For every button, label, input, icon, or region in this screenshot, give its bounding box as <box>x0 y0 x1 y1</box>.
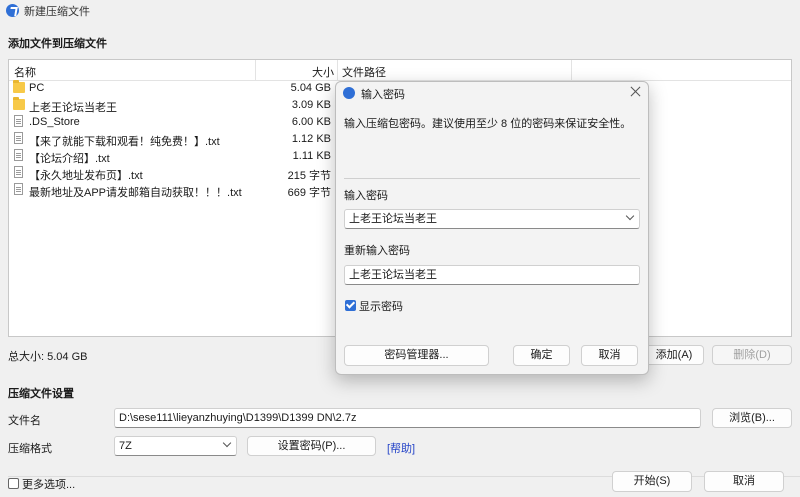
column-path[interactable]: 文件路径 <box>342 64 386 80</box>
close-icon[interactable] <box>630 86 640 96</box>
password-input-value: 上老王论坛当老王 <box>349 213 437 225</box>
file-size: 1.12 KB <box>291 133 331 145</box>
file-list-header: 名称 大小 文件路径 <box>9 60 791 81</box>
delete-button[interactable]: 删除(D) <box>712 345 792 365</box>
file-name: .DS_Store <box>29 116 80 128</box>
ok-button[interactable]: 确定 <box>513 345 570 366</box>
settings-section-label: 压缩文件设置 <box>8 388 74 400</box>
window-title: 新建压缩文件 <box>24 6 90 18</box>
help-link[interactable]: [帮助] <box>387 440 415 456</box>
file-icon <box>14 115 23 127</box>
format-label: 压缩格式 <box>8 443 52 455</box>
filename-label: 文件名 <box>8 415 41 427</box>
file-name: PC <box>29 82 45 94</box>
column-name[interactable]: 名称 <box>14 64 36 80</box>
more-options-checkbox[interactable] <box>8 478 19 489</box>
cancel-button[interactable]: 取消 <box>704 471 784 492</box>
add-files-label: 添加文件到压缩文件 <box>8 38 107 50</box>
text-file-icon <box>14 183 23 195</box>
file-size: 669 字节 <box>287 187 331 199</box>
dialog-description: 输入压缩包密码。建议使用至少 8 位的密码来保证安全性。 <box>344 118 632 130</box>
file-size: 6.00 KB <box>291 116 331 128</box>
password-dialog: 输入密码 输入压缩包密码。建议使用至少 8 位的密码来保证安全性。 输入密码 上… <box>335 81 649 375</box>
text-file-icon <box>14 149 23 161</box>
file-size: 5.04 GB <box>290 82 331 94</box>
password-manager-button[interactable]: 密码管理器... <box>344 345 489 366</box>
app-icon <box>6 4 19 17</box>
format-select-value: 7Z <box>119 440 132 452</box>
chevron-down-icon <box>222 438 232 448</box>
show-password-checkbox[interactable] <box>345 300 356 311</box>
more-options-label[interactable]: 更多选项... <box>22 476 75 492</box>
column-size[interactable]: 大小 <box>312 64 334 80</box>
file-name: 【论坛介绍】.txt <box>29 153 110 165</box>
start-button[interactable]: 开始(S) <box>612 471 692 492</box>
confirm-password-input[interactable]: 上老王论坛当老王 <box>344 265 640 285</box>
dialog-title: 输入密码 <box>361 89 405 101</box>
set-password-button[interactable]: 设置密码(P)... <box>247 436 376 456</box>
browse-button[interactable]: 浏览(B)... <box>712 408 792 428</box>
title-bar: 新建压缩文件 <box>0 0 800 22</box>
file-size: 215 字节 <box>287 170 331 182</box>
password-label: 输入密码 <box>344 190 388 202</box>
file-name: 【永久地址发布页】.txt <box>29 170 143 182</box>
filename-input[interactable]: D:\sese111\lieyanzhuying\D1399\D1399 DN\… <box>114 408 701 428</box>
show-password-label[interactable]: 显示密码 <box>359 298 403 314</box>
text-file-icon <box>14 132 23 144</box>
dialog-divider <box>344 178 640 179</box>
file-size: 1.11 KB <box>292 150 331 162</box>
folder-icon <box>13 97 25 110</box>
total-size: 总大小: 5.04 GB <box>8 351 88 363</box>
app-icon <box>343 87 355 99</box>
format-select[interactable]: 7Z <box>114 436 237 456</box>
file-name: 上老王论坛当老王 <box>29 102 117 114</box>
password-input[interactable]: 上老王论坛当老王 <box>344 209 640 229</box>
confirm-password-label: 重新输入密码 <box>344 245 410 257</box>
dialog-cancel-button[interactable]: 取消 <box>581 345 638 366</box>
folder-icon <box>13 80 25 93</box>
file-size: 3.09 KB <box>291 99 331 111</box>
chevron-down-icon[interactable] <box>625 211 635 221</box>
file-name: 最新地址及APP请发邮箱自动获取！！！.txt <box>29 187 242 199</box>
text-file-icon <box>14 166 23 178</box>
file-name: 【来了就能下载和观看！纯免费！】.txt <box>29 136 220 148</box>
